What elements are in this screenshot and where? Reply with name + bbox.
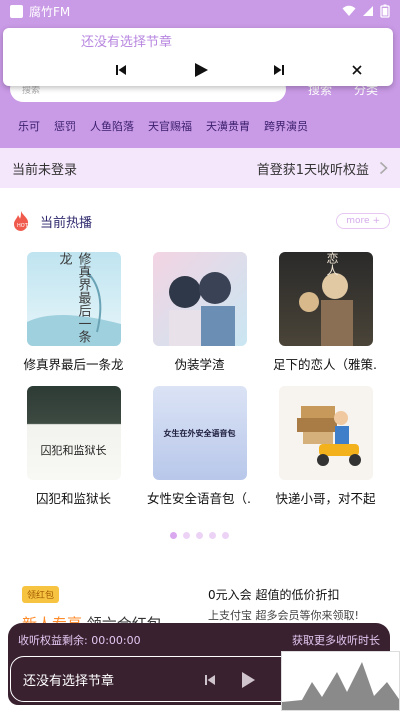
now-playing-title: 还没有选择节章 bbox=[23, 673, 115, 689]
tag-item[interactable]: 天官赐福 bbox=[148, 118, 192, 134]
program-card[interactable]: 修真界最后一条龙 修真界最后一条龙 bbox=[21, 252, 126, 373]
program-card[interactable]: 伪装学渣 bbox=[147, 252, 252, 373]
cover-image: 女生在外安全语音包 bbox=[152, 386, 247, 480]
carousel-dot[interactable] bbox=[183, 532, 190, 539]
tag-item[interactable]: 人鱼陷落 bbox=[90, 118, 134, 134]
signal-icon bbox=[363, 6, 373, 16]
carousel-dot[interactable] bbox=[196, 532, 203, 539]
more-button[interactable]: more + bbox=[336, 213, 390, 229]
waveform-art bbox=[282, 662, 399, 710]
cover-title bbox=[153, 252, 247, 346]
previous-icon[interactable] bbox=[204, 674, 216, 686]
login-status: 当前未登录 bbox=[12, 162, 78, 178]
get-more-time-link[interactable]: 获取更多收听时长 bbox=[292, 632, 380, 648]
status-app-name: 腐竹FM bbox=[29, 4, 71, 19]
previous-icon[interactable] bbox=[115, 64, 127, 76]
cover-title: 修真界最后一条龙 bbox=[56, 252, 91, 343]
cover-title bbox=[279, 386, 373, 480]
battery-icon bbox=[380, 4, 390, 18]
carousel-dot[interactable] bbox=[170, 532, 177, 539]
wifi-icon bbox=[342, 5, 356, 16]
cover-title: 恋人 bbox=[325, 252, 339, 276]
chevron-right-icon bbox=[379, 161, 388, 175]
cover-image: 恋人 bbox=[278, 252, 373, 346]
program-title: 女性安全语音包（... bbox=[147, 491, 252, 506]
cover-title: 女生在外安全语音包 bbox=[163, 428, 236, 438]
tag-item[interactable]: 天潢贵胄 bbox=[206, 118, 250, 134]
program-title: 伪装学渣 bbox=[174, 357, 225, 372]
floating-thumbnail[interactable] bbox=[281, 651, 400, 711]
play-icon[interactable] bbox=[193, 62, 209, 78]
program-card[interactable]: 囚犯和监狱长 囚犯和监狱长 bbox=[21, 386, 126, 507]
cover-image: 囚犯和监狱长 bbox=[26, 386, 121, 480]
hot-section-title: 当前热播 bbox=[40, 215, 93, 231]
red-packet-badge: 领红包 bbox=[22, 586, 60, 603]
program-title: 囚犯和监狱长 bbox=[35, 491, 111, 506]
listening-quota: 收听权益剩余: 00:00:00 获取更多收听时长 bbox=[18, 632, 380, 648]
program-card[interactable]: 快递小哥，对不起 bbox=[273, 386, 378, 507]
notification-title: 还没有选择节章 bbox=[81, 35, 173, 50]
program-title: 足下的恋人（雅策... bbox=[273, 357, 378, 372]
flame-icon: HOT bbox=[14, 211, 29, 231]
tag-item[interactable]: 跨界演员 bbox=[264, 118, 308, 134]
program-title: 快递小哥，对不起 bbox=[275, 491, 376, 506]
promo-headline: 0元入会 超值的低价折扣 bbox=[208, 588, 340, 602]
quota-remaining: 收听权益剩余: 00:00:00 bbox=[18, 634, 141, 647]
program-card[interactable]: 恋人 足下的恋人（雅策... bbox=[273, 252, 378, 373]
hot-section-header: HOT 当前热播 more + bbox=[12, 210, 390, 232]
cover-image: 修真界最后一条龙 bbox=[26, 252, 121, 346]
login-promo-text: 首登获1天收听权益 bbox=[256, 162, 369, 178]
cover-image bbox=[278, 386, 373, 480]
tag-item[interactable]: 乐可 bbox=[18, 118, 40, 134]
tag-item[interactable]: 惩罚 bbox=[54, 118, 76, 134]
cover-image bbox=[152, 252, 247, 346]
login-promo[interactable]: 首登获1天收听权益 bbox=[257, 159, 388, 178]
svg-text:HOT: HOT bbox=[17, 223, 29, 229]
program-card[interactable]: 女生在外安全语音包 女性安全语音包（... bbox=[147, 386, 252, 507]
cover-title: 囚犯和监狱长 bbox=[40, 444, 107, 457]
app-icon bbox=[10, 4, 23, 18]
carousel-dot[interactable] bbox=[222, 532, 229, 539]
status-bar: 腐竹FM bbox=[0, 0, 400, 22]
play-icon[interactable] bbox=[240, 671, 256, 689]
next-icon[interactable] bbox=[273, 64, 285, 76]
carousel-dot[interactable] bbox=[209, 532, 216, 539]
media-notification[interactable]: 还没有选择节章 bbox=[3, 28, 393, 86]
carousel-indicator bbox=[170, 532, 229, 539]
login-bar[interactable]: 当前未登录 首登获1天收听权益 bbox=[0, 148, 400, 188]
close-icon[interactable] bbox=[351, 64, 363, 76]
program-title: 修真界最后一条龙 bbox=[23, 357, 124, 372]
promo-subline: 上支付宝 超多会员等你来领取! bbox=[208, 609, 359, 622]
hot-tags: 乐可 惩罚 人鱼陷落 天官赐福 天潢贵胄 跨界演员 bbox=[18, 118, 308, 134]
